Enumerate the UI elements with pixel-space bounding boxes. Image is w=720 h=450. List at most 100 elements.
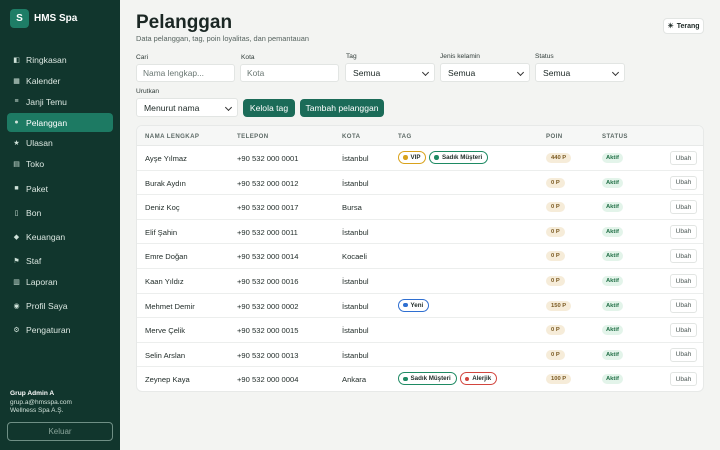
customer-name: Mehmet Demir (145, 301, 195, 311)
status-badge: Aktif (602, 374, 623, 385)
profile-icon: ◉ (13, 302, 20, 310)
table-row: Burak Aydın +90 532 000 0012 İstanbul 0 P Ak… (137, 171, 703, 196)
tag-filter-value: Semua (353, 67, 381, 78)
customer-city: İstanbul (342, 326, 369, 336)
sidebar-item-profil-saya[interactable]: ◉ Profil Saya (7, 296, 113, 315)
points-badge: 0 P (546, 177, 565, 188)
brand-logo: S (10, 9, 29, 28)
staff-icon: ⚑ (13, 257, 20, 265)
shop-icon: ▤ (13, 160, 20, 168)
status-badge: Aktif (602, 300, 623, 311)
edit-button[interactable]: Ubah (670, 224, 697, 239)
city-label: Kota (241, 54, 255, 61)
table-row: Elif Şahin +90 532 000 0011 İstanbul 0 P Akt… (137, 220, 703, 245)
theme-label: Terang (676, 22, 700, 30)
customer-tags: Yeni (398, 298, 430, 312)
sidebar-item-kalender[interactable]: ▦ Kalender (7, 71, 113, 90)
user-info: Grup Admin A grup.a@hmsspa.com Wellness … (10, 390, 72, 416)
tag-chip: Sadık Müşteri (398, 372, 457, 386)
edit-button[interactable]: Ubah (670, 347, 697, 362)
sidebar-item-staf[interactable]: ⚑ Staf (7, 251, 113, 270)
status-badge: Aktif (602, 276, 623, 286)
edit-button[interactable]: Ubah (670, 151, 697, 165)
edit-button[interactable]: Ubah (670, 249, 697, 264)
theme-toggle-button[interactable]: ☀ Terang (663, 18, 704, 34)
manage-tags-button[interactable]: Kelola tag (243, 99, 295, 117)
sidebar-item-label: Pelanggan (26, 117, 68, 128)
status-filter-value: Semua (543, 67, 571, 78)
city-input[interactable] (240, 64, 339, 82)
points-badge: 0 P (546, 325, 565, 336)
customer-name: Merve Çelik (145, 326, 186, 336)
sidebar-item-label: Toko (26, 158, 45, 169)
points-badge: 0 P (546, 276, 565, 286)
sidebar-item-ulasan[interactable]: ★ Ulasan (7, 133, 113, 152)
logout-button[interactable]: Keluar (7, 422, 113, 441)
sun-icon: ☀ (667, 23, 674, 30)
edit-button[interactable]: Ubah (670, 323, 697, 338)
customer-phone: +90 532 000 0011 (237, 227, 298, 237)
customer-phone: +90 532 000 0002 (237, 301, 299, 311)
gender-filter-select[interactable]: Semua (440, 63, 530, 82)
sidebar-item-pengaturan[interactable]: ⚙ Pengaturan (7, 320, 113, 339)
edit-button[interactable]: Ubah (670, 372, 697, 387)
gender-filter-label: Jenis kelamin (440, 53, 480, 60)
tag-dot-icon (403, 302, 408, 308)
sidebar-item-janji-temu[interactable]: ≡ Janji Temu (7, 92, 113, 111)
points-badge: 0 P (546, 251, 565, 262)
sidebar-item-paket[interactable]: ■ Paket (7, 179, 113, 198)
edit-button[interactable]: Ubah (670, 175, 697, 190)
tag-dot-icon (434, 155, 439, 160)
customer-city: Bursa (342, 203, 362, 213)
customer-phone: +90 532 000 0013 (237, 350, 299, 360)
sort-label: Urutkan (136, 88, 160, 95)
status-badge: Aktif (602, 202, 623, 213)
sidebar-item-toko[interactable]: ▤ Toko (7, 154, 113, 173)
sidebar-item-ringkasan[interactable]: ◧ Ringkasan (7, 50, 113, 69)
sidebar-item-label: Profil Saya (26, 300, 68, 311)
points-badge: 440 P (546, 153, 572, 163)
tag-chip: VIP (398, 151, 427, 164)
tag-dot-icon (403, 155, 408, 160)
package-icon: ■ (14, 185, 19, 192)
customer-name: Emre Doğan (145, 252, 188, 262)
tag-filter-select[interactable]: Semua (345, 63, 435, 82)
header-phone: TELEPON (237, 133, 269, 140)
customer-city: İstanbul (342, 350, 369, 360)
tag-label: Sadık Müşteri (410, 375, 451, 383)
search-input[interactable] (136, 64, 235, 82)
tag-dot-icon (464, 376, 470, 382)
customer-name: Zeynep Kaya (145, 375, 190, 385)
sidebar-item-pelanggan[interactable]: ● Pelanggan (7, 113, 113, 132)
status-filter-select[interactable]: Semua (535, 63, 625, 82)
customer-city: İstanbul (342, 277, 369, 286)
tag-label: VIP (410, 154, 421, 161)
customers-icon: ● (14, 119, 19, 126)
edit-button[interactable]: Ubah (670, 200, 697, 215)
sidebar-item-keuangan[interactable]: ◆ Keuangan (7, 227, 113, 246)
sidebar-item-label: Staf (26, 255, 42, 266)
header-status: STATUS (602, 133, 628, 140)
customers-table: NAMA LENGKAP TELEPON KOTA TAG POIN STATU… (136, 125, 704, 392)
customer-city: İstanbul (342, 178, 369, 188)
header-city: KOTA (342, 133, 361, 140)
gender-filter-value: Semua (448, 67, 476, 78)
status-filter-label: Status (535, 53, 554, 60)
points-badge: 0 P (546, 349, 565, 360)
sidebar-item-bon[interactable]: ▯ Bon (7, 203, 113, 222)
customer-phone: +90 532 000 0017 (237, 203, 299, 213)
add-customer-button[interactable]: Tambah pelanggan (300, 99, 384, 117)
edit-button[interactable]: Ubah (670, 298, 697, 313)
sidebar-item-label: Bon (26, 207, 42, 218)
customer-phone: +90 532 000 0016 (237, 277, 299, 286)
sidebar-item-laporan[interactable]: ▥ Laporan (7, 272, 113, 291)
sort-select[interactable]: Menurut nama (136, 98, 238, 117)
tag-chip: Alerjik (459, 372, 498, 386)
customer-name: Burak Aydın (145, 178, 186, 188)
customer-phone: +90 532 000 0014 (237, 252, 299, 262)
tag-chip: Yeni (398, 298, 430, 312)
customer-phone: +90 532 000 0012 (237, 178, 299, 188)
brand[interactable]: S HMS Spa (10, 9, 77, 28)
edit-button[interactable]: Ubah (670, 274, 697, 288)
sidebar-item-label: Pengaturan (26, 324, 71, 335)
